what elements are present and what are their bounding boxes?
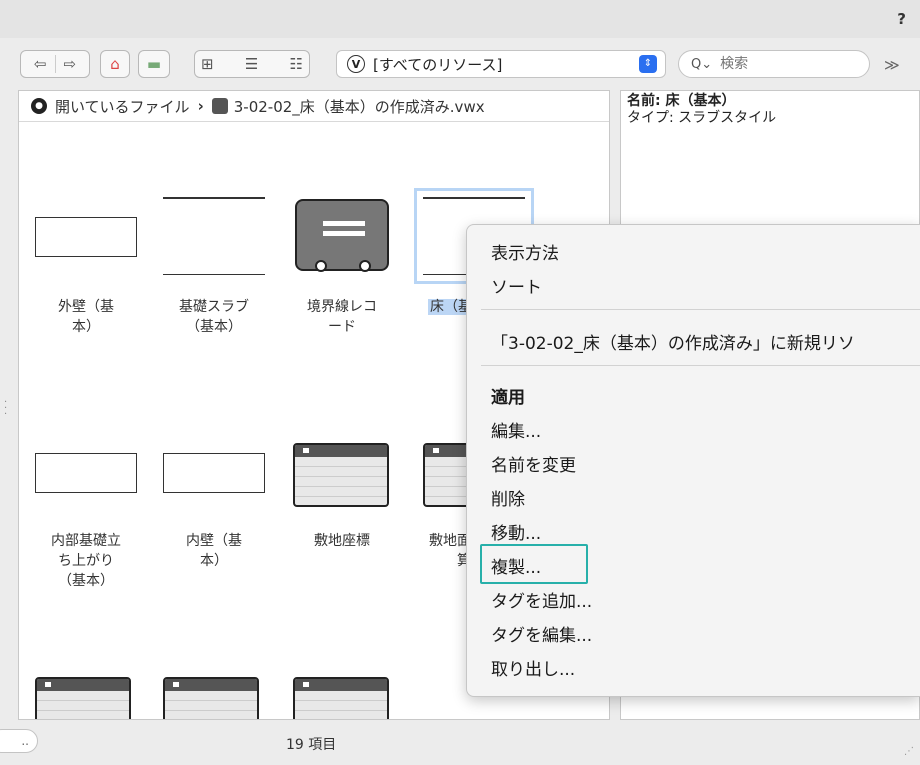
status-button[interactable]: .. <box>0 729 38 753</box>
search-input[interactable] <box>718 55 853 73</box>
resource-filter-select[interactable]: V [すべてのリソース] ⇕ <box>336 50 666 78</box>
help-button[interactable]: ? <box>897 10 906 28</box>
search-icon: Q⌄ <box>691 56 713 72</box>
menu-item-extract[interactable]: 取り出し... <box>491 655 575 680</box>
resource-thumb-site-coordinates[interactable] <box>293 443 389 507</box>
resize-grip-icon[interactable]: ⋰ <box>904 746 914 757</box>
back-forward-buttons[interactable]: ⇦ ⇨ <box>20 50 90 78</box>
resource-name-line: 名前: 床（基本） <box>627 93 913 110</box>
menu-separator <box>481 365 920 366</box>
resource-thumb-interior-wall[interactable] <box>163 453 265 493</box>
filter-value: [すべてのリソース] <box>373 55 503 74</box>
title-bar: ? <box>0 0 920 38</box>
home-icon: ⌂ <box>110 55 120 73</box>
menu-item-new-resource[interactable]: 「3-02-02_床（基本）の作成済み」に新規リソ <box>491 329 855 354</box>
folder-icon: ▬ <box>146 55 162 73</box>
highlight-box <box>480 544 588 584</box>
menu-item-delete[interactable]: 削除 <box>491 485 525 510</box>
resource-label[interactable]: 基礎スラブ （基本） <box>155 297 273 337</box>
breadcrumb-file[interactable]: 3-02-02_床（基本）の作成済み.vwx <box>234 96 485 117</box>
resource-thumb-table[interactable] <box>35 677 131 719</box>
menu-item-apply[interactable]: 適用 <box>491 383 525 408</box>
resource-thumb-boundary-record[interactable] <box>295 199 389 272</box>
open-files-icon: ● <box>31 98 47 114</box>
status-bar: .. 19 項目 ⋰ <box>0 725 920 765</box>
menu-item-rename[interactable]: 名前を変更 <box>491 451 576 476</box>
file-icon <box>211 98 228 114</box>
menu-item-edit[interactable]: 編集... <box>491 417 541 442</box>
resource-label[interactable]: 境界線レコ ード <box>283 297 401 337</box>
resource-label[interactable]: 内壁（基 本） <box>155 531 273 571</box>
back-icon[interactable]: ⇦ <box>34 55 47 73</box>
resource-thumb-table[interactable] <box>163 677 259 719</box>
resource-thumb-exterior-wall[interactable] <box>35 217 137 257</box>
breadcrumb: ● 開いているファイル › 3-02-02_床（基本）の作成済み.vwx <box>19 91 609 122</box>
view-mode-group[interactable]: ⊞ ☰ ☷ <box>194 50 310 78</box>
resource-thumb-table[interactable] <box>293 677 389 719</box>
menu-item-sort[interactable]: ソート <box>491 273 542 298</box>
menu-item-move[interactable]: 移動... <box>491 519 541 544</box>
toolbar: ⇦ ⇨ ⌂ ▬ ⊞ ☰ ☷ V [すべてのリソース] ⇕ Q⌄ ≫ <box>0 46 920 82</box>
item-count: 19 項目 <box>286 737 337 753</box>
chevron-updown-icon[interactable]: ⇕ <box>639 55 657 73</box>
resource-thumb-inner-foundation[interactable] <box>35 453 137 493</box>
resource-thumb-foundation-slab[interactable] <box>163 197 265 275</box>
forward-icon[interactable]: ⇨ <box>64 55 77 73</box>
search-field[interactable]: Q⌄ <box>678 50 870 78</box>
grid-view-icon[interactable]: ⊞ <box>201 55 214 73</box>
vectorworks-icon: V <box>347 55 365 73</box>
name-label: 名前: <box>627 93 666 109</box>
resource-label[interactable]: 内部基礎立 ち上がり （基本） <box>27 531 145 591</box>
menu-item-add-tag[interactable]: タグを追加... <box>491 587 592 612</box>
breadcrumb-root[interactable]: 開いているファイル <box>55 96 190 117</box>
home-button[interactable]: ⌂ <box>100 50 130 78</box>
splitter-grip[interactable]: · · · <box>4 398 7 420</box>
resource-type-line: タイプ: スラブスタイル <box>627 110 777 126</box>
menu-item-display-method[interactable]: 表示方法 <box>491 239 559 264</box>
overflow-button[interactable]: ≫ <box>884 56 900 74</box>
resource-label[interactable]: 敷地座標 <box>283 531 401 551</box>
resource-label[interactable]: 敷地面 算 <box>411 531 471 571</box>
resource-label[interactable]: 外壁（基 本） <box>27 297 145 337</box>
menu-item-edit-tag[interactable]: タグを編集... <box>491 621 592 646</box>
breadcrumb-separator: › <box>197 97 204 115</box>
folder-button[interactable]: ▬ <box>138 50 170 78</box>
menu-separator <box>481 309 920 310</box>
name-value: 床（基本） <box>665 93 736 109</box>
list-view-icon[interactable]: ☰ <box>245 55 258 73</box>
detail-view-icon[interactable]: ☷ <box>290 55 303 73</box>
context-menu: 表示方法 ソート 「3-02-02_床（基本）の作成済み」に新規リソ 適用 編集… <box>466 224 920 697</box>
